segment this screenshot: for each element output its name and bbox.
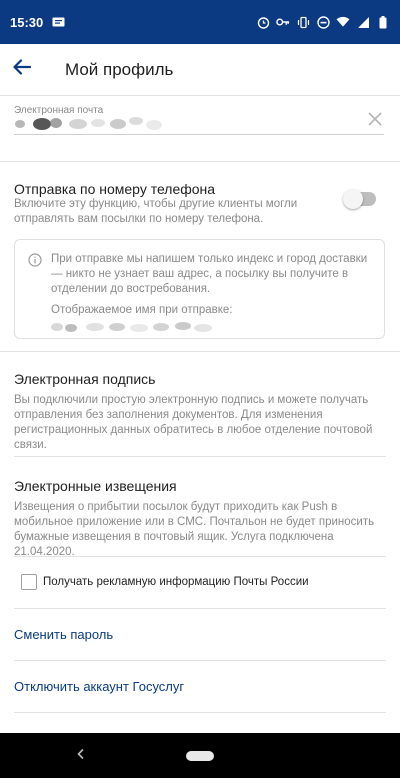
signature-section: Электронная подпись Вы подключили просту… (0, 352, 400, 458)
change-password-link[interactable]: Сменить пароль (14, 627, 113, 642)
email-label: Электронная почта (14, 105, 104, 116)
shown-name-label: Отображаемое имя при отправке: (51, 304, 233, 316)
status-time: 15:30 (10, 14, 44, 30)
notifications-section: Электронные извещения Извещения о прибыт… (0, 458, 400, 609)
phone-sending-title: Отправка по номеру телефона (14, 181, 216, 197)
battery-icon (376, 15, 390, 29)
email-underline (14, 134, 384, 135)
status-bar: 15:30 (0, 0, 400, 44)
email-field[interactable] (14, 116, 214, 130)
arrow-left-icon (13, 59, 32, 80)
close-icon (368, 111, 382, 131)
back-button[interactable] (0, 48, 44, 92)
system-nav-bar (0, 733, 400, 778)
email-section: Электронная почта (0, 96, 400, 162)
divider (14, 456, 386, 457)
notifications-description: Извещения о прибытии посылок будут прихо… (14, 501, 375, 558)
info-icon (28, 253, 42, 267)
nav-home-pill[interactable] (186, 751, 214, 761)
vibrate-icon (296, 15, 310, 29)
info-card: При отправке мы напишем только индекс и … (14, 239, 385, 339)
chevron-left-icon (76, 747, 86, 765)
app-bar: Мой профиль (0, 44, 400, 96)
shown-name-value (51, 320, 221, 332)
nav-back-button[interactable] (72, 747, 90, 765)
signature-title: Электронная подпись (14, 371, 156, 387)
phone-sending-toggle[interactable] (343, 189, 376, 209)
redacted-name-blur (51, 322, 212, 332)
wifi-icon (336, 15, 350, 29)
ads-checkbox[interactable] (21, 574, 37, 590)
signature-description: Вы подключили простую электронную подпис… (14, 394, 373, 451)
page-title: Мой профиль (65, 59, 174, 79)
divider (14, 712, 386, 713)
notifications-title: Электронные извещения (14, 478, 177, 494)
change-password-row[interactable]: Сменить пароль (0, 609, 400, 661)
disconnect-gosuslugi-row[interactable]: Отключить аккаунт Госуслуг (0, 661, 400, 713)
divider (14, 556, 386, 557)
phone-sending-section: Отправка по номеру телефона Включите эту… (0, 162, 400, 352)
disconnect-gosuslugi-link[interactable]: Отключить аккаунт Госуслуг (14, 679, 184, 694)
info-text: При отправке мы напишем только индекс и … (51, 253, 368, 295)
ads-checkbox-label[interactable]: Получать рекламную информацию Почты Росс… (43, 576, 309, 588)
toggle-knob (343, 189, 363, 209)
message-icon (51, 15, 65, 29)
clear-email-button[interactable] (364, 110, 386, 132)
alarm-icon (256, 15, 270, 29)
key-icon (276, 15, 290, 29)
do-not-disturb-icon (316, 15, 330, 29)
phone-sending-description: Включите эту функцию, чтобы другие клиен… (14, 198, 298, 225)
ads-checkbox-row[interactable]: Получать рекламную информацию Почты Росс… (0, 566, 400, 600)
redacted-email-blur (15, 117, 162, 130)
signal-icon (356, 15, 370, 29)
